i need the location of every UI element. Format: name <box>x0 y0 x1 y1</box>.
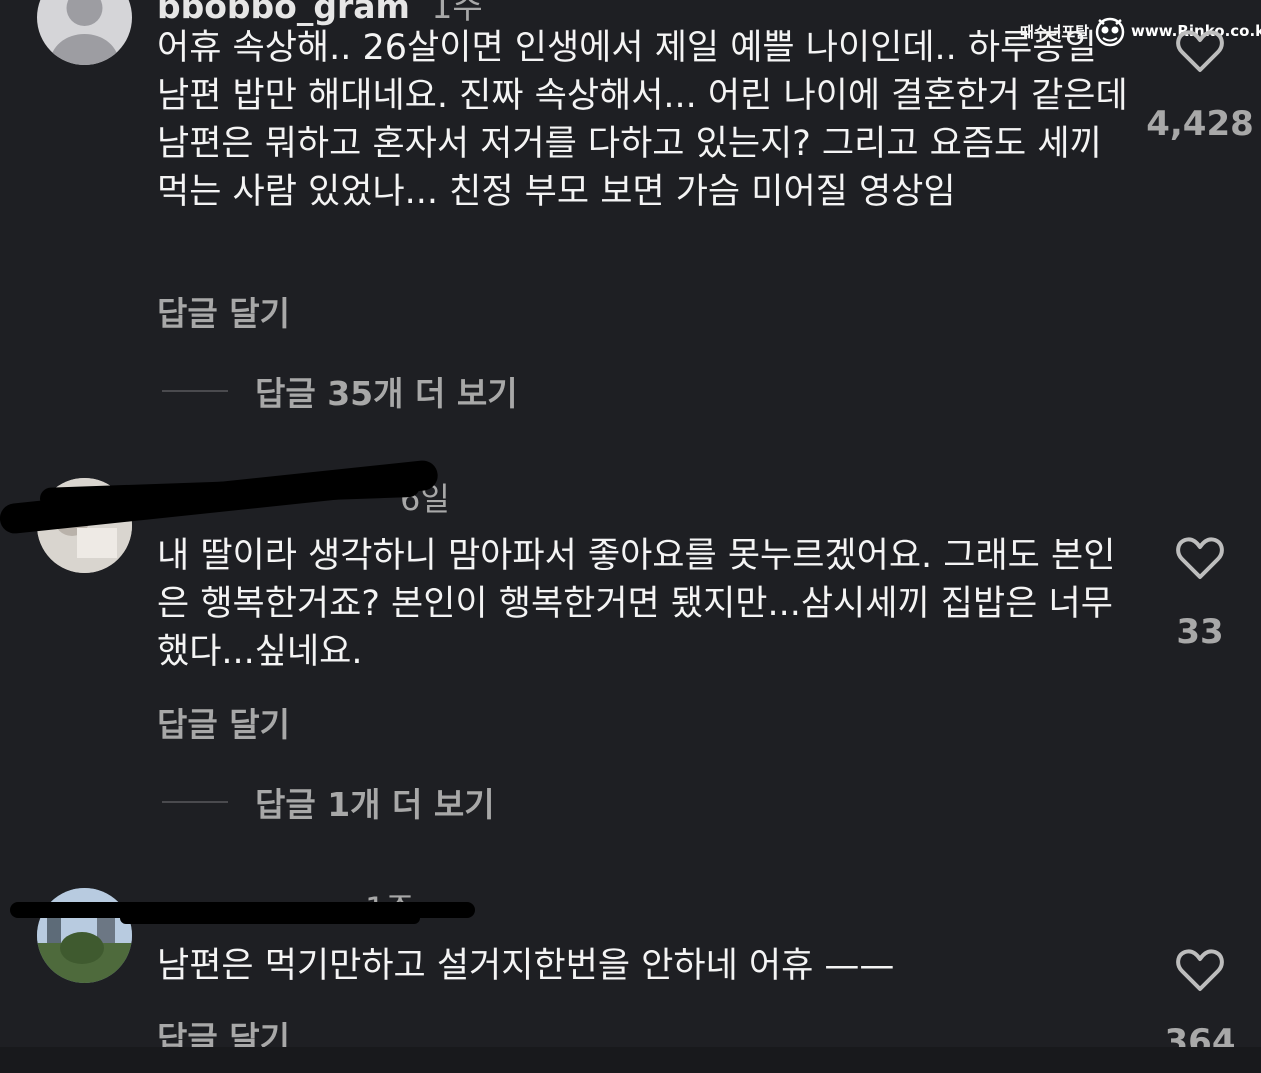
user-avatar-icon <box>50 0 119 65</box>
heart-outline-icon[interactable] <box>1175 947 1225 993</box>
comment-time: 1주 <box>431 0 483 26</box>
comment-text: 내 딸이라 생각하니 맘아파서 좋아요를 못누르겠어요. 그래도 본인은 행복한… <box>157 536 1116 672</box>
view-replies-label: 답글 1개 더 보기 <box>255 785 495 824</box>
reply-button[interactable]: 답글 달기 <box>157 698 290 746</box>
like-count: 4,428 <box>1146 104 1254 144</box>
divider-line <box>162 801 228 803</box>
redaction-scribble <box>120 912 420 924</box>
heart-outline-icon[interactable] <box>1175 28 1225 74</box>
view-replies-button[interactable]: 답글 35개 더 보기 <box>162 371 518 413</box>
avatar[interactable] <box>37 0 132 65</box>
divider-line <box>162 390 228 392</box>
comment-text: 어휴 속상해.. 26살이면 인생에서 제일 예쁠 나이인데.. 하루종일 남편… <box>157 28 1128 212</box>
reply-button[interactable]: 답글 달기 <box>157 287 290 335</box>
view-replies-label: 답글 35개 더 보기 <box>255 374 518 413</box>
comment-username[interactable]: bbobbo_gram <box>157 0 410 26</box>
view-replies-button[interactable]: 답글 1개 더 보기 <box>162 782 495 824</box>
bottom-bar <box>0 1047 1261 1073</box>
like-count: 33 <box>1176 612 1224 652</box>
heart-outline-icon[interactable] <box>1175 535 1225 581</box>
comment-text: 남편은 먹기만하고 설거지한번을 안하네 어휴 —— <box>157 946 895 986</box>
